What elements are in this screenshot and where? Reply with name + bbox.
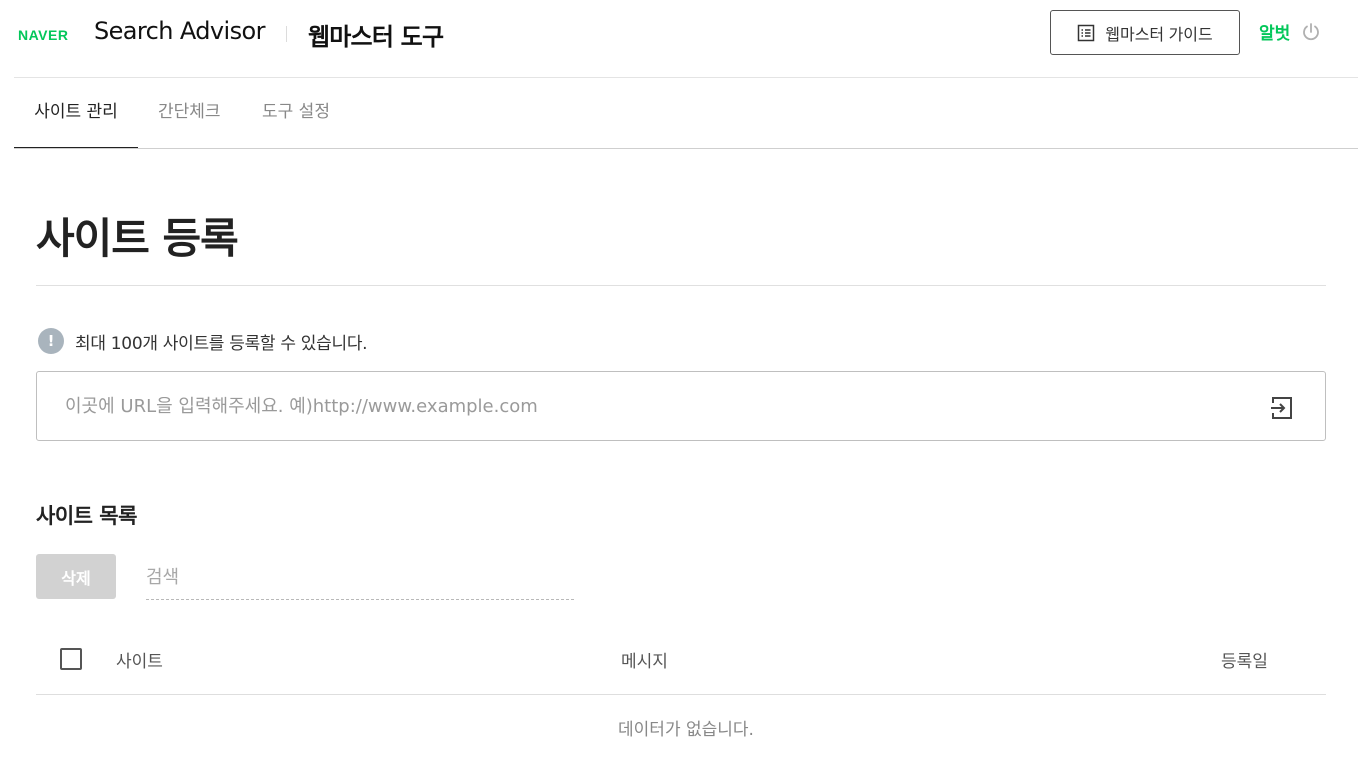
power-logout-icon[interactable]: [1300, 21, 1322, 43]
select-all-checkbox[interactable]: [60, 648, 82, 670]
naver-logo[interactable]: NAVER: [18, 27, 68, 43]
guide-button-label: 웹마스터 가이드: [1105, 26, 1213, 44]
header: NAVER Search Advisor 웹마스터 도구 웹마스터 가이드 알벗: [0, 0, 1358, 78]
notice-text: 최대 100개 사이트를 등록할 수 있습니다.: [75, 333, 368, 354]
document-list-icon: [1078, 24, 1095, 41]
column-header-site: 사이트: [116, 652, 163, 672]
webmaster-guide-button[interactable]: 웹마스터 가이드: [1050, 10, 1240, 55]
tab-quick-check[interactable]: 간단체크: [158, 78, 221, 149]
main-tabs: 사이트 관리 간단체크 도구 설정: [14, 78, 1358, 149]
info-icon: !: [38, 328, 64, 354]
header-divider: [286, 26, 287, 42]
search-input[interactable]: [146, 556, 574, 600]
tabs-divider-line: [14, 148, 1358, 149]
user-name[interactable]: 알벗: [1259, 19, 1290, 44]
column-header-date: 등록일: [1221, 652, 1268, 672]
brand-title[interactable]: Search Advisor: [94, 17, 265, 45]
title-divider-line: [36, 285, 1326, 286]
delete-button[interactable]: 삭제: [36, 554, 116, 599]
tool-title: 웹마스터 도구: [308, 23, 444, 51]
site-list-title: 사이트 목록: [36, 504, 137, 528]
column-header-message: 메시지: [621, 652, 668, 672]
table-header-divider: [36, 694, 1326, 695]
url-input-box: [36, 371, 1326, 441]
tab-site-management[interactable]: 사이트 관리: [14, 78, 138, 149]
url-input[interactable]: [65, 372, 1245, 440]
page-title: 사이트 등록: [36, 214, 239, 263]
empty-table-message: 데이터가 없습니다.: [618, 720, 754, 740]
submit-enter-icon[interactable]: [1269, 395, 1295, 421]
tab-tool-settings[interactable]: 도구 설정: [262, 78, 330, 149]
notice: ! 최대 100개 사이트를 등록할 수 있습니다.: [38, 328, 368, 354]
